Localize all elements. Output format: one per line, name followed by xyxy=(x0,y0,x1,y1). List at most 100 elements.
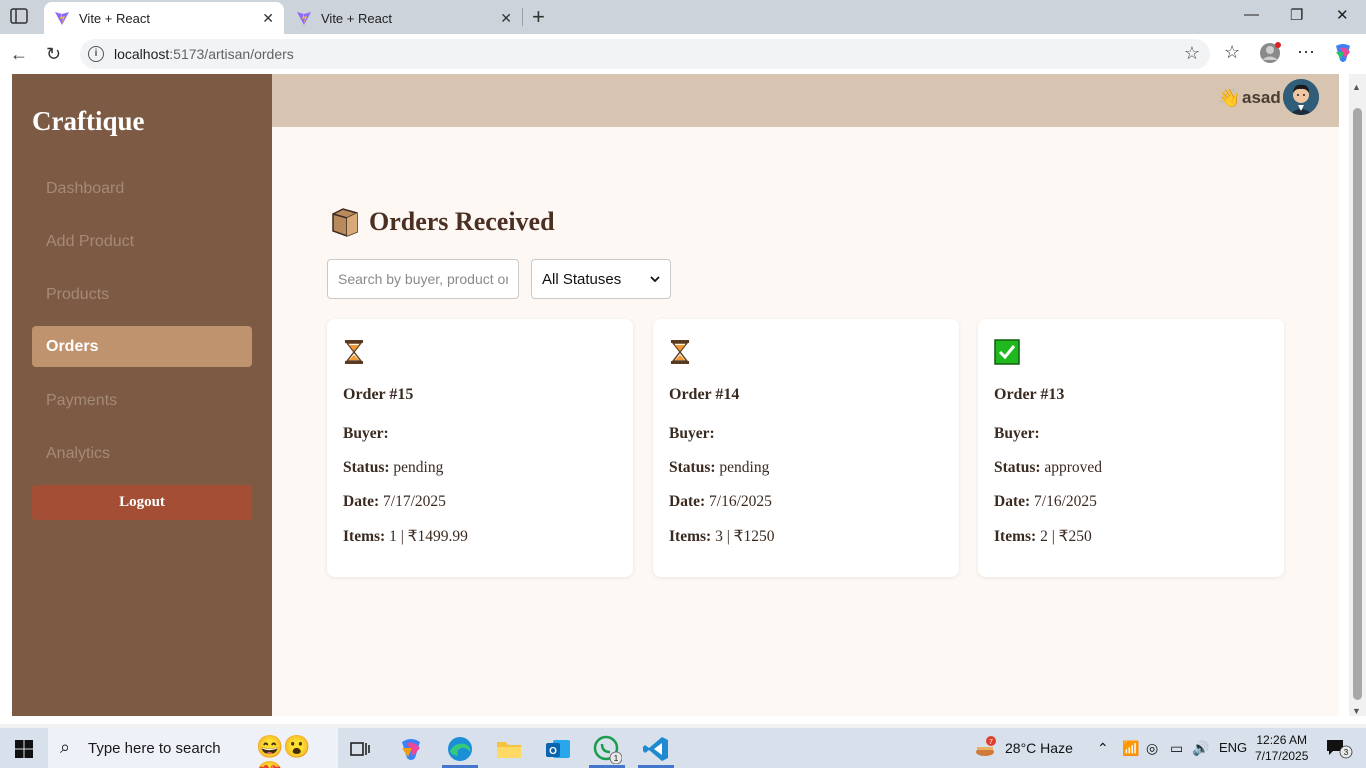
close-window-icon[interactable]: ✕ xyxy=(1336,6,1349,24)
sidebar-item-products[interactable]: Products xyxy=(32,274,252,315)
tab-title: Vite + React xyxy=(79,10,150,26)
sidebar-item-orders[interactable]: Orders xyxy=(32,326,252,367)
scrollbar-thumb[interactable] xyxy=(1353,108,1362,700)
outlook-icon[interactable]: O xyxy=(543,734,573,764)
battery-icon[interactable]: ▭ xyxy=(1170,740,1183,757)
brand-logo[interactable]: Craftique xyxy=(32,106,144,137)
reload-icon[interactable]: ↻ xyxy=(46,44,61,65)
sidebar: Craftique Dashboard Add Product Products… xyxy=(12,74,272,716)
sidebar-item-add-product[interactable]: Add Product xyxy=(32,221,252,262)
svg-text:1: 1 xyxy=(614,754,619,763)
page-viewport: Craftique Dashboard Add Product Products… xyxy=(0,74,1366,724)
favorite-star-icon[interactable]: ☆ xyxy=(1184,43,1200,64)
order-number: Order #15 xyxy=(343,386,414,403)
date-row: Date: 7/17/2025 xyxy=(343,493,446,510)
notifications-icon[interactable]: 3 xyxy=(1325,737,1353,762)
check-mark-icon xyxy=(994,339,1020,365)
tab-separator xyxy=(522,8,523,26)
close-tab-icon[interactable]: ✕ xyxy=(262,10,274,27)
buyer-row: Buyer: xyxy=(343,425,389,442)
top-header: 👋 asad xyxy=(272,74,1339,127)
hourglass-icon xyxy=(671,340,689,364)
restore-icon[interactable]: ❐ xyxy=(1290,6,1303,24)
hourglass-icon xyxy=(345,340,363,364)
username: asad xyxy=(1242,88,1281,107)
buyer-row: Buyer: xyxy=(669,425,715,442)
weather-icon[interactable]: 7 xyxy=(974,736,996,761)
vscode-icon[interactable] xyxy=(641,734,671,764)
sidebar-item-dashboard[interactable]: Dashboard xyxy=(32,168,252,209)
taskbar-search[interactable]: ⌕ Type here to search 😄😮😍 xyxy=(48,728,338,768)
favorites-icon[interactable]: ☆ xyxy=(1224,42,1240,63)
search-icon: ⌕ xyxy=(60,737,71,757)
more-options-icon[interactable]: ⋯ xyxy=(1297,42,1315,63)
wave-icon: 👋 xyxy=(1218,88,1241,108)
close-tab-icon[interactable]: ✕ xyxy=(500,10,512,27)
browser-tab-1[interactable]: Vite + React ✕ xyxy=(44,2,284,34)
back-icon[interactable]: ← xyxy=(10,44,28,65)
copilot-icon[interactable] xyxy=(1332,42,1354,69)
status-filter-value: All Statuses xyxy=(542,270,622,288)
logout-button[interactable]: Logout xyxy=(32,485,252,520)
browser-tab-2[interactable]: Vite + React ✕ xyxy=(286,2,522,34)
order-number: Order #13 xyxy=(994,386,1065,403)
status-row: Status: pending xyxy=(343,459,444,476)
sidebar-item-payments[interactable]: Payments xyxy=(32,380,252,421)
language-indicator[interactable]: ENG xyxy=(1219,740,1247,755)
vite-icon xyxy=(55,12,69,25)
profile-icon[interactable] xyxy=(1259,42,1281,69)
page-title: Orders Received xyxy=(369,207,555,236)
date-row: Date: 7/16/2025 xyxy=(994,493,1097,510)
address-bar-row: ← ↻ i localhost:5173/artisan/orders ☆ ☆ … xyxy=(0,34,1366,74)
copilot-app-icon[interactable] xyxy=(396,734,426,764)
order-number: Order #14 xyxy=(669,386,740,403)
new-tab-icon[interactable]: + xyxy=(532,4,545,30)
svg-text:O: O xyxy=(549,746,557,757)
date-row: Date: 7/16/2025 xyxy=(669,493,772,510)
avatar[interactable] xyxy=(1283,79,1319,115)
battery-saver-icon[interactable]: ◎ xyxy=(1146,740,1158,757)
windows-taskbar: ⌕ Type here to search 😄😮😍 O 1 7 28°C Haz… xyxy=(0,728,1366,768)
chevron-up-icon[interactable]: ⌃ xyxy=(1097,740,1109,757)
page-title-row: Orders Received xyxy=(329,206,555,238)
svg-text:3: 3 xyxy=(1344,748,1349,757)
scroll-up-icon[interactable]: ▲ xyxy=(1352,82,1361,92)
order-card[interactable]: Order #14 Buyer: Status: pending Date: 7… xyxy=(653,319,959,577)
svg-text:7: 7 xyxy=(989,739,993,746)
items-row: Items: 1 | ₹1499.99 xyxy=(343,528,468,545)
items-row: Items: 2 | ₹250 xyxy=(994,528,1092,545)
url-field[interactable]: i localhost:5173/artisan/orders ☆ xyxy=(80,39,1210,69)
status-row: Status: pending xyxy=(669,459,770,476)
order-card[interactable]: Order #15 Buyer: Status: pending Date: 7… xyxy=(327,319,633,577)
status-row: Status: approved xyxy=(994,459,1103,476)
chevron-down-icon xyxy=(650,275,660,282)
browser-tab-bar: Vite + React ✕ Vite + React ✕ + — ❐ ✕ xyxy=(0,0,1366,34)
taskbar-search-text: Type here to search xyxy=(88,740,221,757)
sidebar-item-analytics[interactable]: Analytics xyxy=(32,433,252,474)
vite-icon xyxy=(297,12,311,25)
network-icon[interactable]: 📶 xyxy=(1122,740,1139,757)
package-icon xyxy=(332,208,358,237)
scroll-down-icon[interactable]: ▼ xyxy=(1352,706,1361,716)
volume-icon[interactable]: 🔊 xyxy=(1192,740,1209,757)
page-scrollbar[interactable]: ▲ ▼ xyxy=(1349,74,1366,716)
main-content: 👋 asad Orders Received Search by buyer, … xyxy=(272,74,1339,716)
file-explorer-icon[interactable] xyxy=(494,734,524,764)
weather-text[interactable]: 28°C Haze xyxy=(1005,740,1073,756)
minimize-icon[interactable]: — xyxy=(1244,6,1259,23)
url-text: localhost:5173/artisan/orders xyxy=(114,46,294,62)
site-info-icon[interactable]: i xyxy=(88,46,104,62)
emoji-highlight-icon: 😄😮😍 xyxy=(256,734,311,768)
windows-start-icon[interactable] xyxy=(15,740,33,758)
task-view-icon[interactable] xyxy=(345,734,375,764)
status-filter-select[interactable]: All Statuses xyxy=(531,259,671,299)
buyer-row: Buyer: xyxy=(994,425,1040,442)
tab-title: Vite + React xyxy=(321,10,392,26)
order-card[interactable]: Order #13 Buyer: Status: approved Date: … xyxy=(978,319,1284,577)
whatsapp-icon[interactable]: 1 xyxy=(592,734,622,764)
items-row: Items: 3 | ₹1250 xyxy=(669,528,775,545)
clock[interactable]: 12:26 AM 7/17/2025 xyxy=(1255,732,1308,764)
sidebar-toggle-icon[interactable] xyxy=(10,8,28,24)
search-input[interactable] xyxy=(327,259,519,299)
edge-browser-icon[interactable] xyxy=(445,734,475,764)
